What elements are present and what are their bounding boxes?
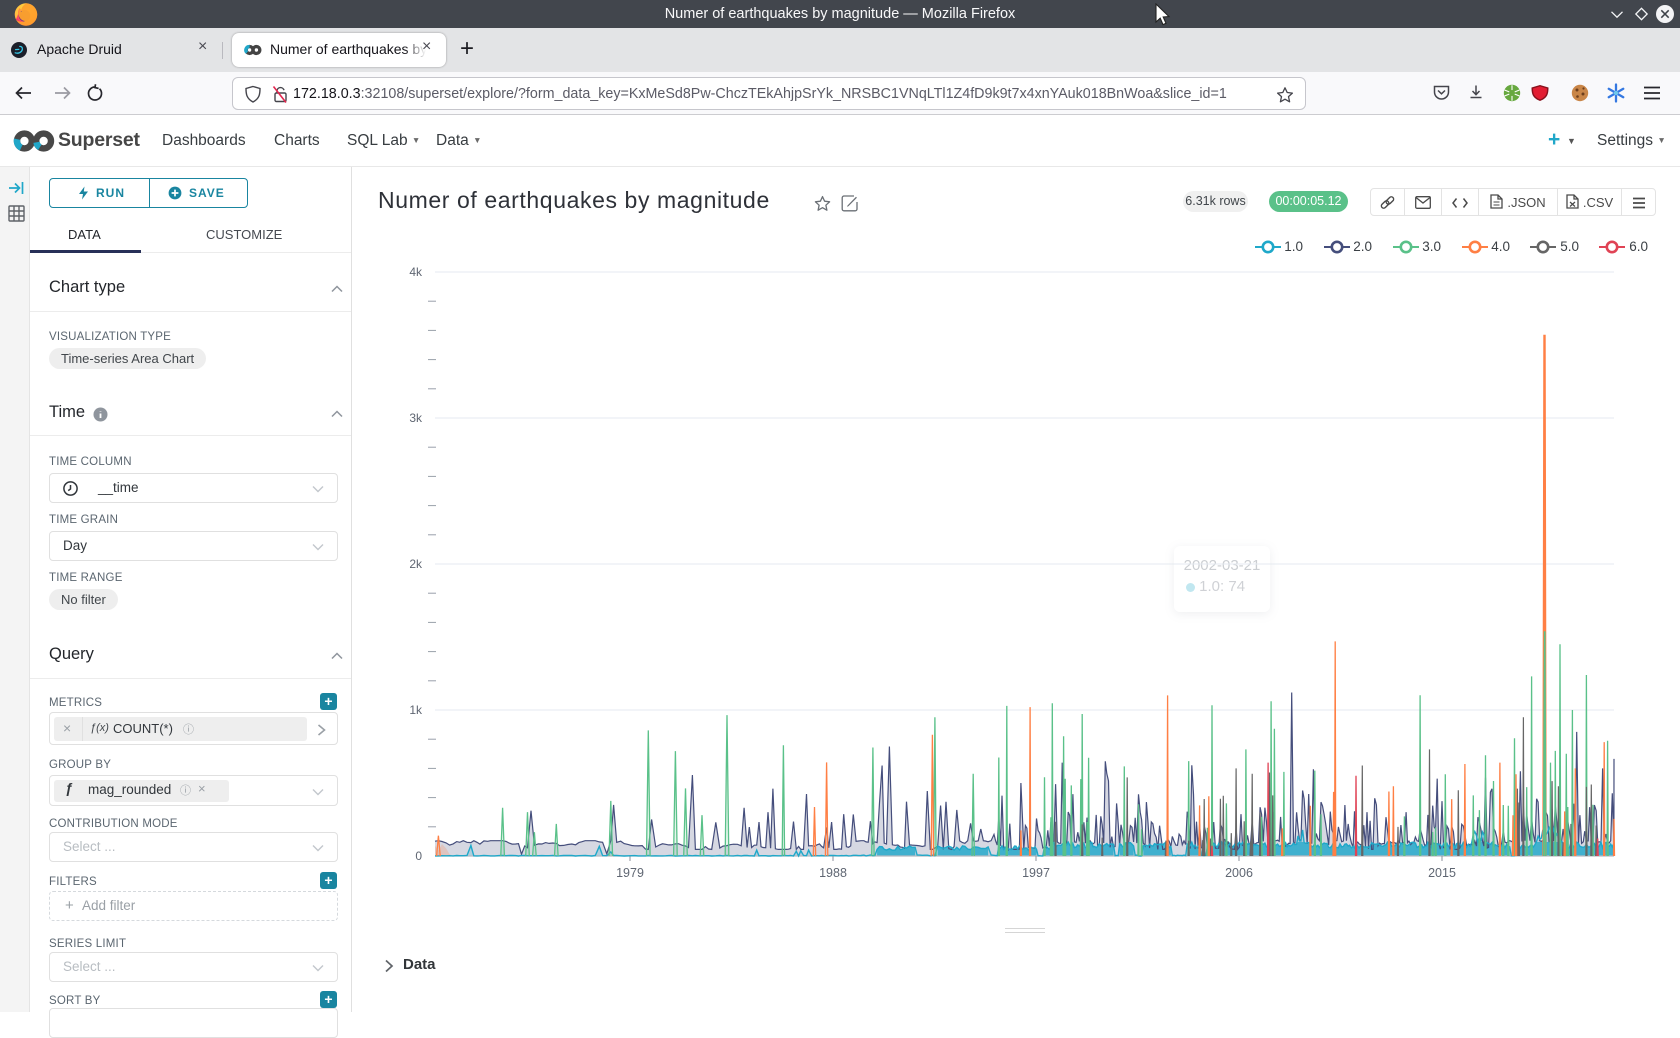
svg-text:1988: 1988: [819, 866, 847, 880]
svg-text:0: 0: [415, 849, 422, 863]
svg-text:2k: 2k: [409, 557, 423, 571]
svg-text:2006: 2006: [1225, 866, 1253, 880]
svg-text:1979: 1979: [616, 866, 644, 880]
svg-text:1997: 1997: [1022, 866, 1050, 880]
svg-text:1k: 1k: [409, 703, 423, 717]
svg-text:4k: 4k: [409, 265, 423, 279]
svg-text:2015: 2015: [1428, 866, 1456, 880]
svg-text:3k: 3k: [409, 411, 423, 425]
